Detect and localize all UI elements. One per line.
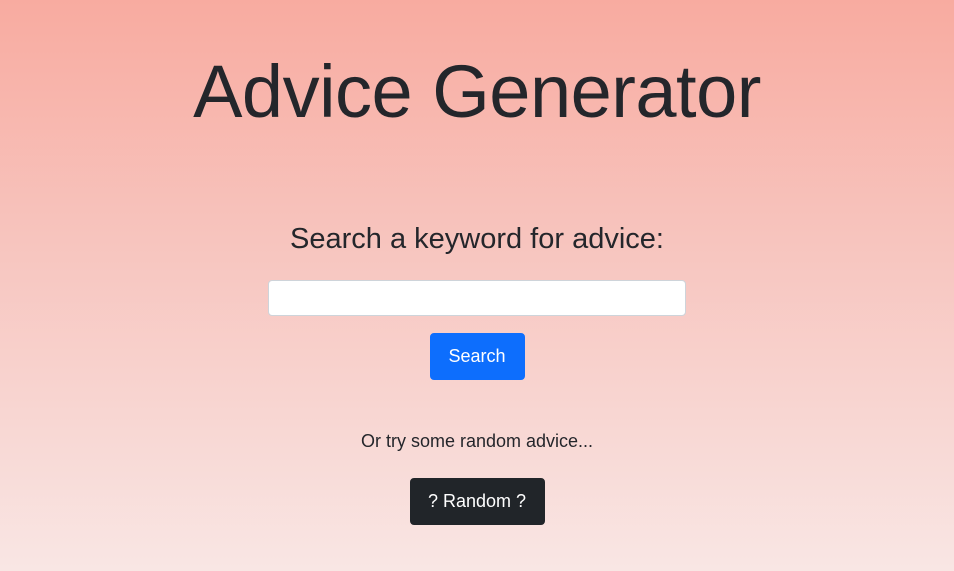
page-title: Advice Generator xyxy=(193,50,761,133)
search-prompt-label: Search a keyword for advice: xyxy=(290,223,664,255)
random-advice-label: Or try some random advice... xyxy=(360,431,594,451)
search-button[interactable]: Search xyxy=(429,333,525,380)
page-container: Advice Generator Search a keyword for ad… xyxy=(0,0,954,571)
random-advice-button[interactable]: ? Random ? xyxy=(409,478,545,525)
search-input[interactable] xyxy=(268,280,686,316)
